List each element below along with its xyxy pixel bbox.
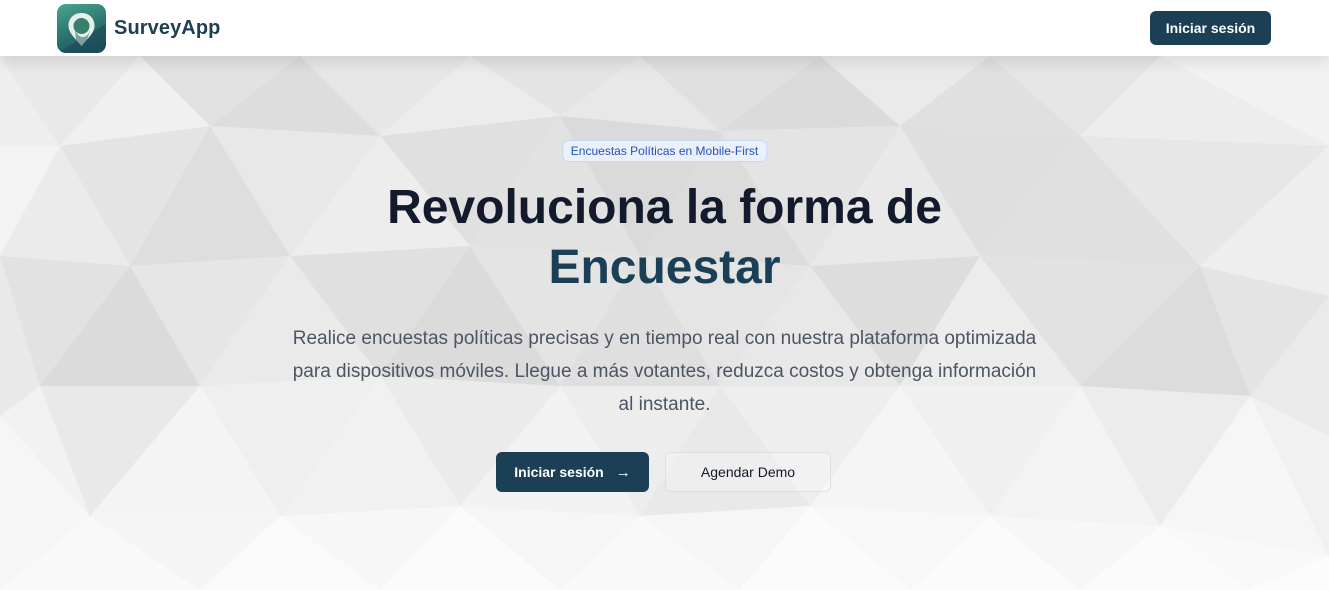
hero-content: Encuestas Políticas en Mobile-First Revo… <box>0 56 1329 590</box>
arrow-right-icon: → <box>615 463 631 481</box>
schedule-demo-button[interactable]: Agendar Demo <box>665 452 831 492</box>
brand-name: SurveyApp <box>114 16 221 39</box>
category-badge: Encuestas Políticas en Mobile-First <box>561 140 768 162</box>
headline-line: Revoluciona la forma de <box>387 181 942 234</box>
nav-login-button[interactable]: Iniciar sesión <box>1150 11 1271 45</box>
brand-link[interactable]: SurveyApp <box>57 3 221 53</box>
hero-login-label: Iniciar sesión <box>514 464 604 480</box>
top-navbar: SurveyApp Iniciar sesión <box>0 0 1329 56</box>
hero-description: Realice encuestas políticas precisas y e… <box>292 328 1037 415</box>
hero-section: Encuestas Políticas en Mobile-First Revo… <box>0 56 1329 590</box>
hero-actions: Iniciar sesión → Agendar Demo <box>496 452 831 492</box>
headline-accent: Encuestar <box>548 241 781 294</box>
hero-headline: Revoluciona la forma de Encuestar <box>0 178 1329 298</box>
hero-login-button[interactable]: Iniciar sesión → <box>496 452 649 492</box>
location-pin-logo-icon <box>57 3 106 53</box>
